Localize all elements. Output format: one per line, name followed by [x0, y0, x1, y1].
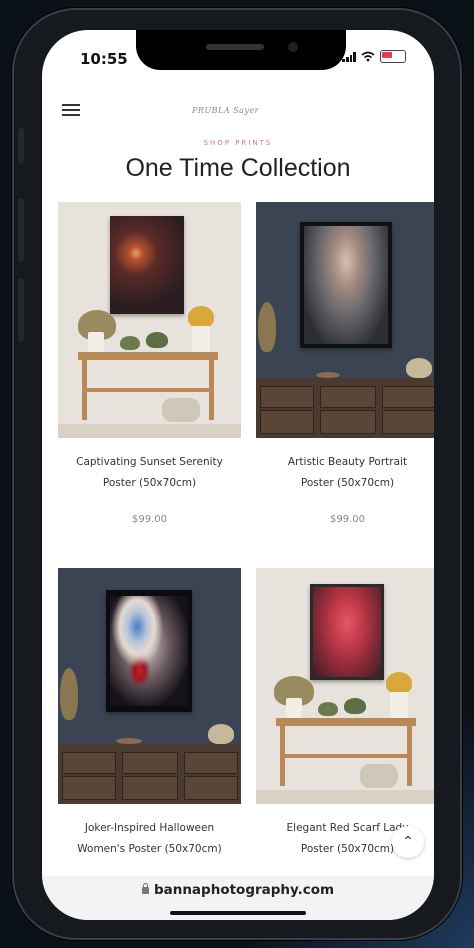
product-image-sunset[interactable]	[58, 202, 241, 438]
url-text[interactable]: bannaphotography.com	[42, 882, 434, 898]
signal-icon	[342, 51, 356, 62]
product-image-red-scarf[interactable]	[256, 568, 434, 804]
site-header: PRUBLA Sayer	[42, 92, 434, 128]
sunset-poster	[110, 216, 184, 314]
product-name[interactable]: Joker-Inspired Halloween Women's Poster …	[58, 818, 241, 860]
mute-switch	[18, 128, 24, 164]
volume-up-button	[18, 198, 24, 262]
red-scarf-poster	[313, 587, 381, 677]
browser-url-bar[interactable]: bannaphotography.com	[42, 876, 434, 920]
scroll-to-top-button[interactable]: ⌃	[392, 826, 424, 858]
joker-poster	[110, 596, 188, 706]
beauty-portrait-poster	[304, 226, 388, 344]
phone-frame: 10:55 PRUBLA Sayer SHOP PRINTS One Time …	[12, 8, 462, 940]
speaker	[206, 44, 264, 50]
front-camera	[288, 42, 298, 52]
product-name[interactable]: Artistic Beauty Portrait Poster (50x70cm…	[256, 452, 434, 494]
product-price: $99.00	[330, 514, 365, 525]
notch	[136, 30, 346, 70]
menu-icon[interactable]	[62, 104, 80, 116]
site-logo[interactable]: PRUBLA Sayer	[192, 106, 259, 115]
section-eyebrow: SHOP PRINTS	[203, 139, 273, 147]
product-image-joker[interactable]	[58, 568, 241, 804]
wifi-icon	[361, 51, 375, 62]
lock-icon	[141, 883, 149, 894]
home-indicator[interactable]	[170, 911, 306, 915]
status-icons	[342, 50, 406, 63]
product-name[interactable]: Captivating Sunset Serenity Poster (50x7…	[58, 452, 241, 494]
status-time: 10:55	[80, 50, 128, 68]
battery-icon	[380, 50, 406, 63]
volume-down-button	[18, 278, 24, 342]
product-image-beauty-portrait[interactable]	[256, 202, 434, 438]
product-price: $99.00	[132, 514, 167, 525]
chevron-up-icon: ⌃	[402, 834, 414, 850]
page-title: One Time Collection	[125, 154, 351, 182]
phone-screen: 10:55 PRUBLA Sayer SHOP PRINTS One Time …	[42, 30, 434, 920]
